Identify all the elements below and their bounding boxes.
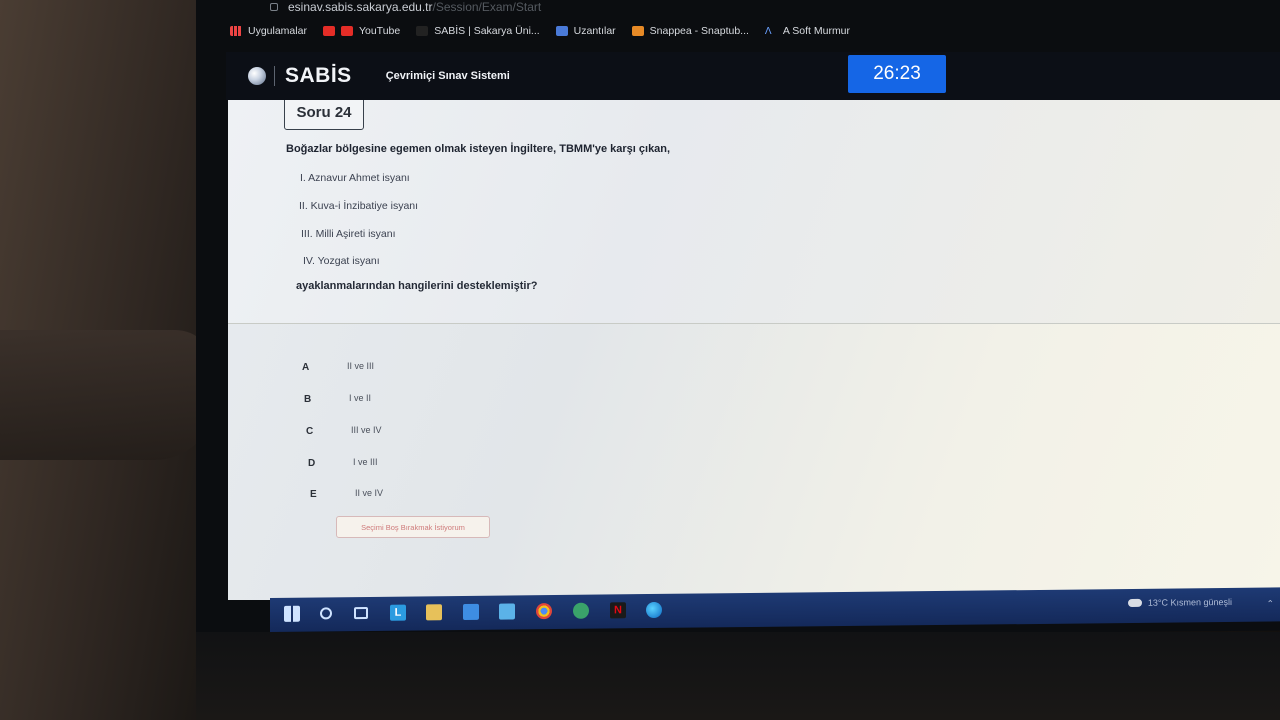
option-letter: E [310,489,317,500]
option-letter: D [308,458,316,469]
logo-divider [274,66,275,86]
question-item: III. Milli Aşireti isyanı [301,228,396,240]
bookmark-label: Uzantılar [573,25,616,37]
option-text: II ve III [347,361,375,371]
photo-stage: esinav.sabis.sakarya.edu.tr/Session/Exam… [0,0,1280,720]
task-view-icon[interactable] [354,606,368,620]
edge-icon[interactable] [646,601,662,619]
question-item: I. Aznavur Ahmet isyanı [300,172,410,184]
weather-text: 13°C Kısmen güneşli [1147,596,1232,608]
l-app-icon[interactable]: L [390,604,406,621]
extension-icon [555,26,568,36]
app-logo[interactable]: SABİS [285,64,352,88]
snappea-icon [631,26,644,36]
mail-icon[interactable] [463,603,479,620]
monitor-bezel [196,632,1280,720]
bookmark-youtube[interactable]: YouTube [322,25,401,37]
weather-widget[interactable]: 13°C Kısmen güneşli [1127,596,1232,608]
question-stem: Boğazlar bölgesine egemen olmak isteyen … [286,143,671,155]
netflix-icon[interactable]: N [610,602,626,619]
exam-content: Soru 24 Boğazlar bölgesine egemen olmak … [228,100,1280,600]
globe-logo-icon [248,67,266,85]
option-letter: C [306,426,314,437]
bookmark-soft-murmur[interactable]: Λ A Soft Murmur [765,25,850,37]
bookmark-apps[interactable]: Uygulamalar [230,25,307,37]
url-host: esinav.sabis.sakarya.edu.tr [288,0,433,14]
leave-blank-button[interactable]: Seçimi Boş Bırakmak İstiyorum [336,516,490,538]
soft-murmur-icon: Λ [764,26,772,37]
question-item: IV. Yozgat isyanı [303,255,380,267]
sabis-icon [416,26,429,36]
exam-timer: 26:23 [848,55,946,93]
question-number-tab: Soru 24 [284,100,364,130]
chrome-icon[interactable] [536,603,552,620]
search-icon[interactable] [320,607,332,620]
option-text: III ve IV [351,425,382,435]
address-bar[interactable]: esinav.sabis.sakarya.edu.tr/Session/Exam… [270,0,1280,14]
store-icon[interactable] [499,603,515,620]
app-icon[interactable] [573,602,589,619]
app-subtitle: Çevrimiçi Sınav Sistemi [385,70,510,82]
background-fabric [0,330,215,460]
question-panel: Soru 24 Boğazlar bölgesine egemen olmak … [228,100,1280,324]
option-text: I ve III [353,457,378,467]
youtube-icon [322,26,335,36]
bookmark-label: Snappea - Snaptub... [649,25,749,37]
option-text: II ve IV [355,488,384,498]
url-path: /Session/Exam/Start [432,0,542,14]
bookmark-label: YouTube [358,25,401,37]
bookmarks-bar: Uygulamalar YouTube SABİS | Sakarya Üni.… [230,22,1280,40]
chevron-up-icon[interactable]: ⌃ [1266,598,1274,609]
app-header: SABİS Çevrimiçi Sınav Sistemi 26:23 [226,52,1280,100]
bookmark-snappea[interactable]: Snappea - Snaptub... [631,25,749,37]
option-letter: A [302,362,310,373]
cloud-icon [1127,598,1142,608]
question-ending: ayaklanmalarından hangilerini desteklemi… [296,280,538,292]
question-item: II. Kuva-i İnzibatiye isyanı [299,200,419,212]
youtube-icon [340,26,353,36]
apps-grid-icon [230,26,242,36]
lock-icon [270,3,278,11]
option-letter: B [304,394,312,405]
bookmark-label: SABİS | Sakarya Üni... [434,25,540,37]
file-explorer-icon[interactable] [426,604,442,621]
bookmark-sabis[interactable]: SABİS | Sakarya Üni... [416,25,540,37]
bookmark-extensions[interactable]: Uzantılar [555,25,616,37]
windows-start-icon[interactable] [284,605,300,622]
bookmark-label: A Soft Murmur [782,25,851,37]
bookmark-label: Uygulamalar [248,25,307,37]
option-text: I ve II [349,393,372,403]
